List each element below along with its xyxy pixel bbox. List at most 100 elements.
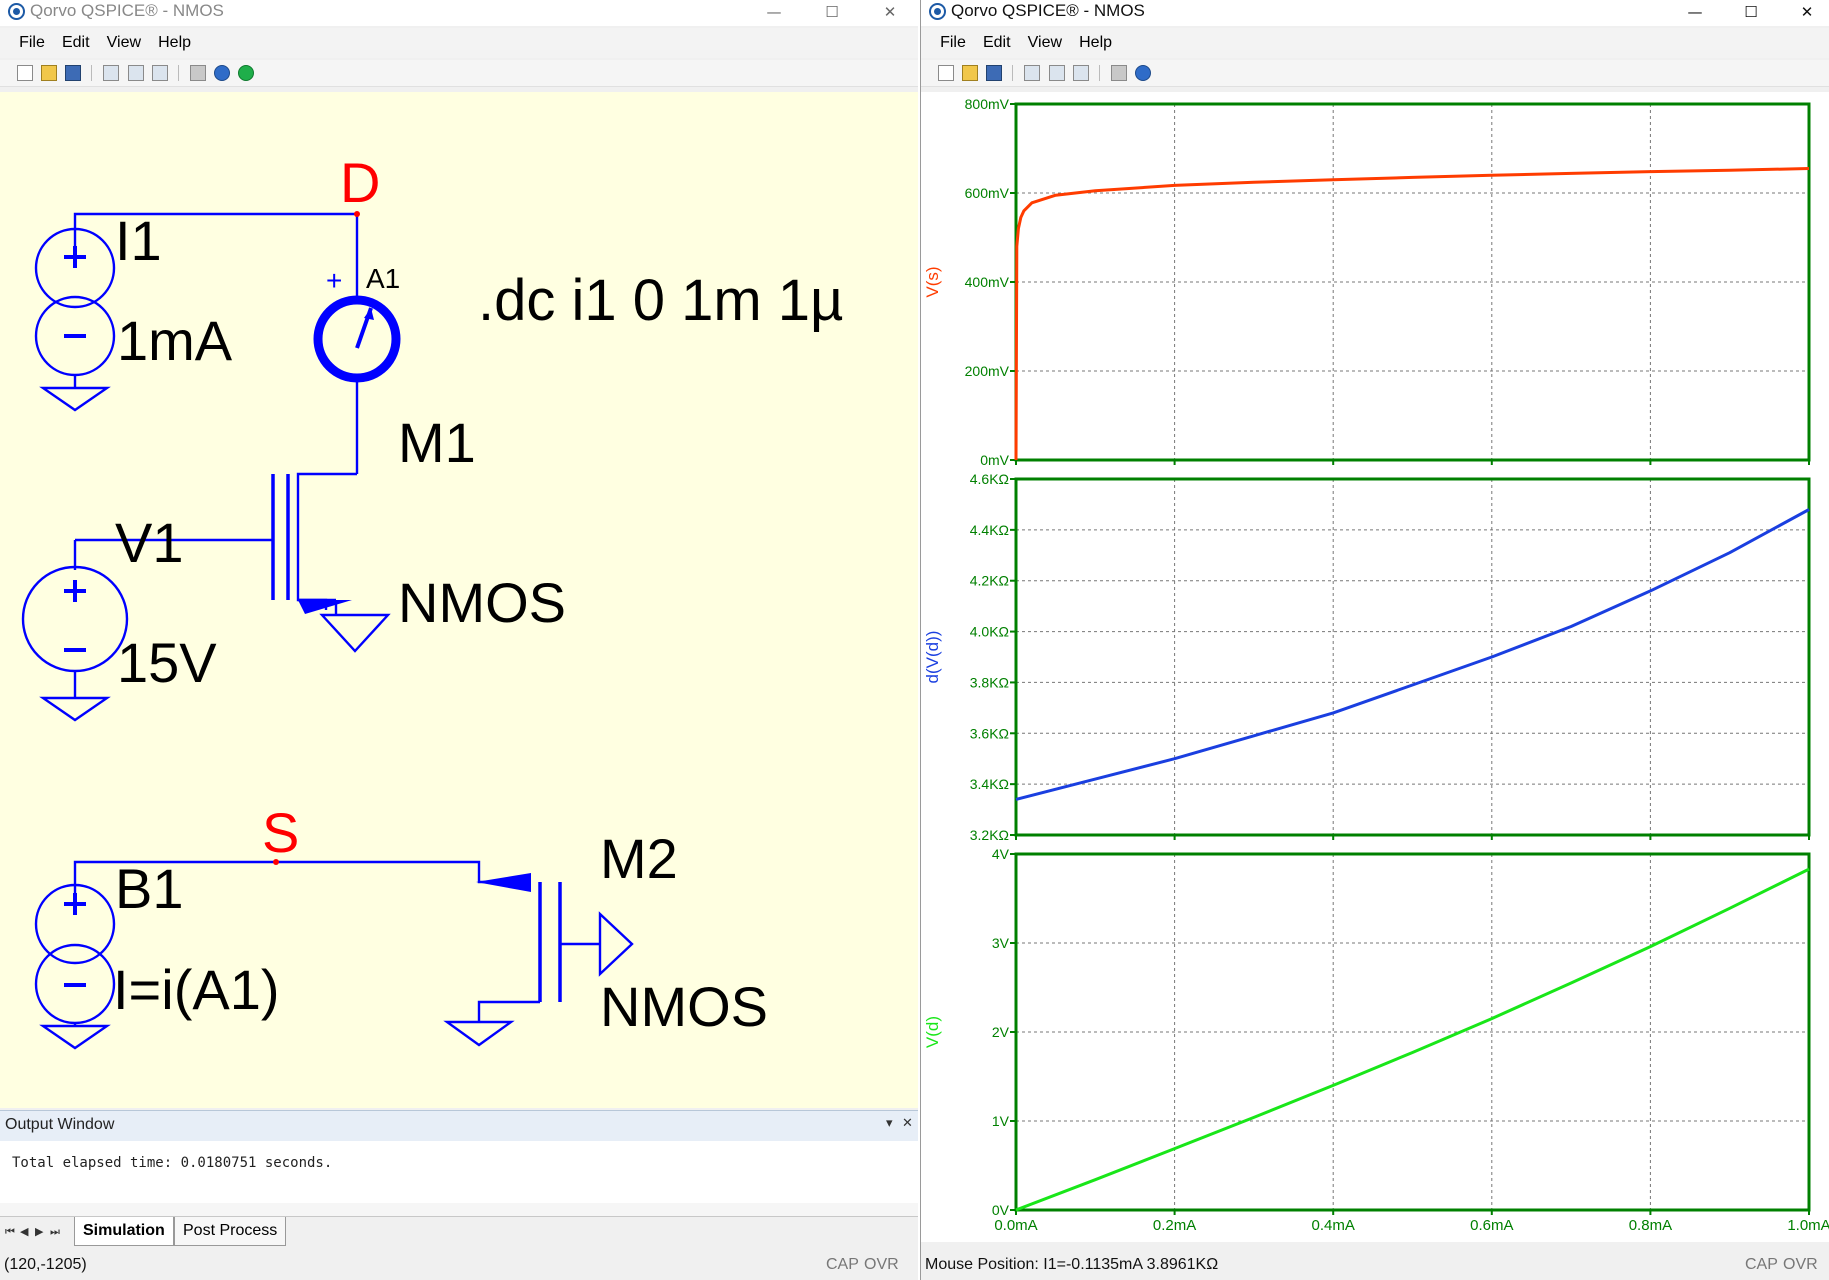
new-file-icon[interactable] xyxy=(938,65,955,81)
menu-view[interactable]: View xyxy=(101,28,147,58)
overwrite-indicator: OVR xyxy=(864,1256,899,1273)
y-tick-label: 200mV xyxy=(965,363,1010,379)
caps-lock-indicator: CAP xyxy=(826,1256,859,1273)
last-tab-icon[interactable]: ⏭ xyxy=(50,1225,60,1239)
save-icon[interactable] xyxy=(986,65,1003,81)
menu-view[interactable]: View xyxy=(1022,28,1068,58)
y-tick-label: 3.4KΩ xyxy=(970,776,1009,792)
toolbar-separator xyxy=(1012,65,1014,81)
toolbar-separator xyxy=(91,65,93,81)
x-tick-label: 0.2mA xyxy=(1153,1217,1196,1234)
minimize-button[interactable]: — xyxy=(1673,0,1717,24)
title-bar: Qorvo QSPICE® - NMOS — ☐ ✕ xyxy=(0,0,918,26)
x-tick-label: 0.8mA xyxy=(1629,1217,1672,1234)
a1-plus-label: + xyxy=(326,265,342,296)
menu-file[interactable]: File xyxy=(13,28,51,58)
copy-icon[interactable] xyxy=(127,65,144,81)
overwrite-indicator: OVR xyxy=(1783,1256,1818,1273)
y-axis-title[interactable]: d(V(d)) xyxy=(923,631,942,684)
trace-d-v-d[interactable] xyxy=(1015,508,1810,801)
node-label-s: S xyxy=(262,801,299,864)
trace-v-s[interactable] xyxy=(1014,167,1810,461)
next-tab-icon[interactable]: ▶ xyxy=(35,1225,43,1238)
first-tab-icon[interactable]: ⏮ xyxy=(5,1225,15,1239)
window-title: Qorvo QSPICE® - NMOS xyxy=(951,1,1145,20)
trace-v-d[interactable] xyxy=(1015,867,1810,1212)
status-bar: (120,-1205) CAP OVR xyxy=(0,1250,918,1280)
tab-simulation[interactable]: Simulation xyxy=(74,1217,174,1246)
waveform-plot-area[interactable]: 800mV 600mV 400mV 200mV 0mV V(s) 4.6KΩ 4.4KΩ 4.2… xyxy=(921,92,1829,1242)
m2-model-label[interactable]: NMOS xyxy=(600,975,768,1038)
paste-icon[interactable] xyxy=(151,65,168,81)
y-tick-label: 2V xyxy=(992,1024,1010,1040)
paste-icon[interactable] xyxy=(1072,65,1089,81)
close-button[interactable]: ✕ xyxy=(1785,0,1829,24)
b1-value-label[interactable]: I=i(A1) xyxy=(113,958,280,1021)
tab-post-process[interactable]: Post Process xyxy=(174,1217,287,1246)
y-tick-label: 800mV xyxy=(965,96,1010,112)
m2-source-arrow xyxy=(476,873,531,892)
x-tick-label: 0.4mA xyxy=(1312,1217,1355,1234)
simulation-directive[interactable]: .dc i1 0 1m 1µ xyxy=(478,268,843,333)
ground-symbol xyxy=(319,613,391,653)
schematic-canvas[interactable]: D S I1 1mA A1 + .dc i1 0 1m 1µ M1 NMOS V… xyxy=(0,92,918,1108)
help-icon[interactable] xyxy=(1134,65,1151,81)
output-window-title: Output Window xyxy=(5,1116,115,1133)
y-axis-title[interactable]: V(s) xyxy=(923,266,942,297)
m1-model-label[interactable]: NMOS xyxy=(398,571,566,634)
plot-frame xyxy=(1014,477,1811,837)
ground-symbol xyxy=(443,1020,515,1047)
cut-icon[interactable] xyxy=(103,65,120,81)
horizontal-scrollbar[interactable] xyxy=(0,1203,918,1217)
y-tick-label: 4V xyxy=(992,846,1010,862)
m2-output-arrow xyxy=(598,911,634,977)
window-title: Qorvo QSPICE® - NMOS xyxy=(30,1,224,20)
menu-file[interactable]: File xyxy=(934,28,972,58)
schematic-window: Qorvo QSPICE® - NMOS — ☐ ✕ File Edit Vie… xyxy=(0,0,918,1280)
y-tick-label: 4.0KΩ xyxy=(970,624,1009,640)
open-folder-icon[interactable] xyxy=(41,65,58,81)
maximize-button[interactable]: ☐ xyxy=(810,0,854,24)
qspice-logo-icon xyxy=(929,3,946,20)
ground-symbol xyxy=(39,696,111,722)
m1-name-label: M1 xyxy=(398,411,476,474)
minimize-button[interactable]: — xyxy=(752,0,796,24)
y-axis-title[interactable]: V(d) xyxy=(923,1016,942,1048)
y-tick-label: 3.8KΩ xyxy=(970,674,1009,690)
waveform-plots: 800mV 600mV 400mV 200mV 0mV V(s) 4.6KΩ 4.4KΩ 4.2… xyxy=(923,96,1829,1234)
waveform-window: Qorvo QSPICE® - NMOS — ☐ ✕ File Edit Vie… xyxy=(920,0,1829,1280)
tabs-bar: ⏮ ◀ ▶ ⏭ Simulation Post Process xyxy=(0,1216,918,1249)
caps-lock-indicator: CAP xyxy=(1745,1256,1778,1273)
menu-edit[interactable]: Edit xyxy=(977,28,1017,58)
save-icon[interactable] xyxy=(65,65,82,81)
maximize-button[interactable]: ☐ xyxy=(1729,0,1773,24)
qspice-logo-icon xyxy=(8,3,25,20)
help-icon[interactable] xyxy=(213,65,230,81)
menu-help[interactable]: Help xyxy=(1073,28,1118,58)
output-window-header: Output Window ▾ ✕ xyxy=(0,1111,918,1141)
pin-dropdown-icon[interactable]: ▾ xyxy=(886,1116,893,1131)
i1-value-label[interactable]: 1mA xyxy=(117,309,233,372)
toolbar-separator xyxy=(1098,65,1100,81)
prev-tab-icon[interactable]: ◀ xyxy=(20,1225,28,1238)
cursor-coordinates: (120,-1205) xyxy=(4,1256,87,1273)
menu-help[interactable]: Help xyxy=(152,28,197,58)
new-file-icon[interactable] xyxy=(17,65,34,81)
run-simulation-icon[interactable] xyxy=(238,65,255,81)
cut-icon[interactable] xyxy=(1024,65,1041,81)
mouse-position-readout: Mouse Position: I1=-0.1135mA 3.8961KΩ xyxy=(925,1256,1219,1273)
ground-symbol xyxy=(39,1024,111,1050)
copy-icon[interactable] xyxy=(1048,65,1065,81)
menu-bar: File Edit View Help xyxy=(921,28,1829,58)
ammeter-a1-symbol[interactable] xyxy=(313,295,401,383)
menu-edit[interactable]: Edit xyxy=(56,28,96,58)
v1-value-label[interactable]: 15V xyxy=(117,631,217,694)
m2-name-label: M2 xyxy=(600,827,678,890)
print-icon[interactable] xyxy=(189,65,206,81)
output-close-icon[interactable]: ✕ xyxy=(902,1116,913,1131)
toolbar xyxy=(0,60,918,87)
i1-name-label: I1 xyxy=(115,209,162,272)
open-folder-icon[interactable] xyxy=(962,65,979,81)
print-icon[interactable] xyxy=(1110,65,1127,81)
close-button[interactable]: ✕ xyxy=(868,0,912,24)
